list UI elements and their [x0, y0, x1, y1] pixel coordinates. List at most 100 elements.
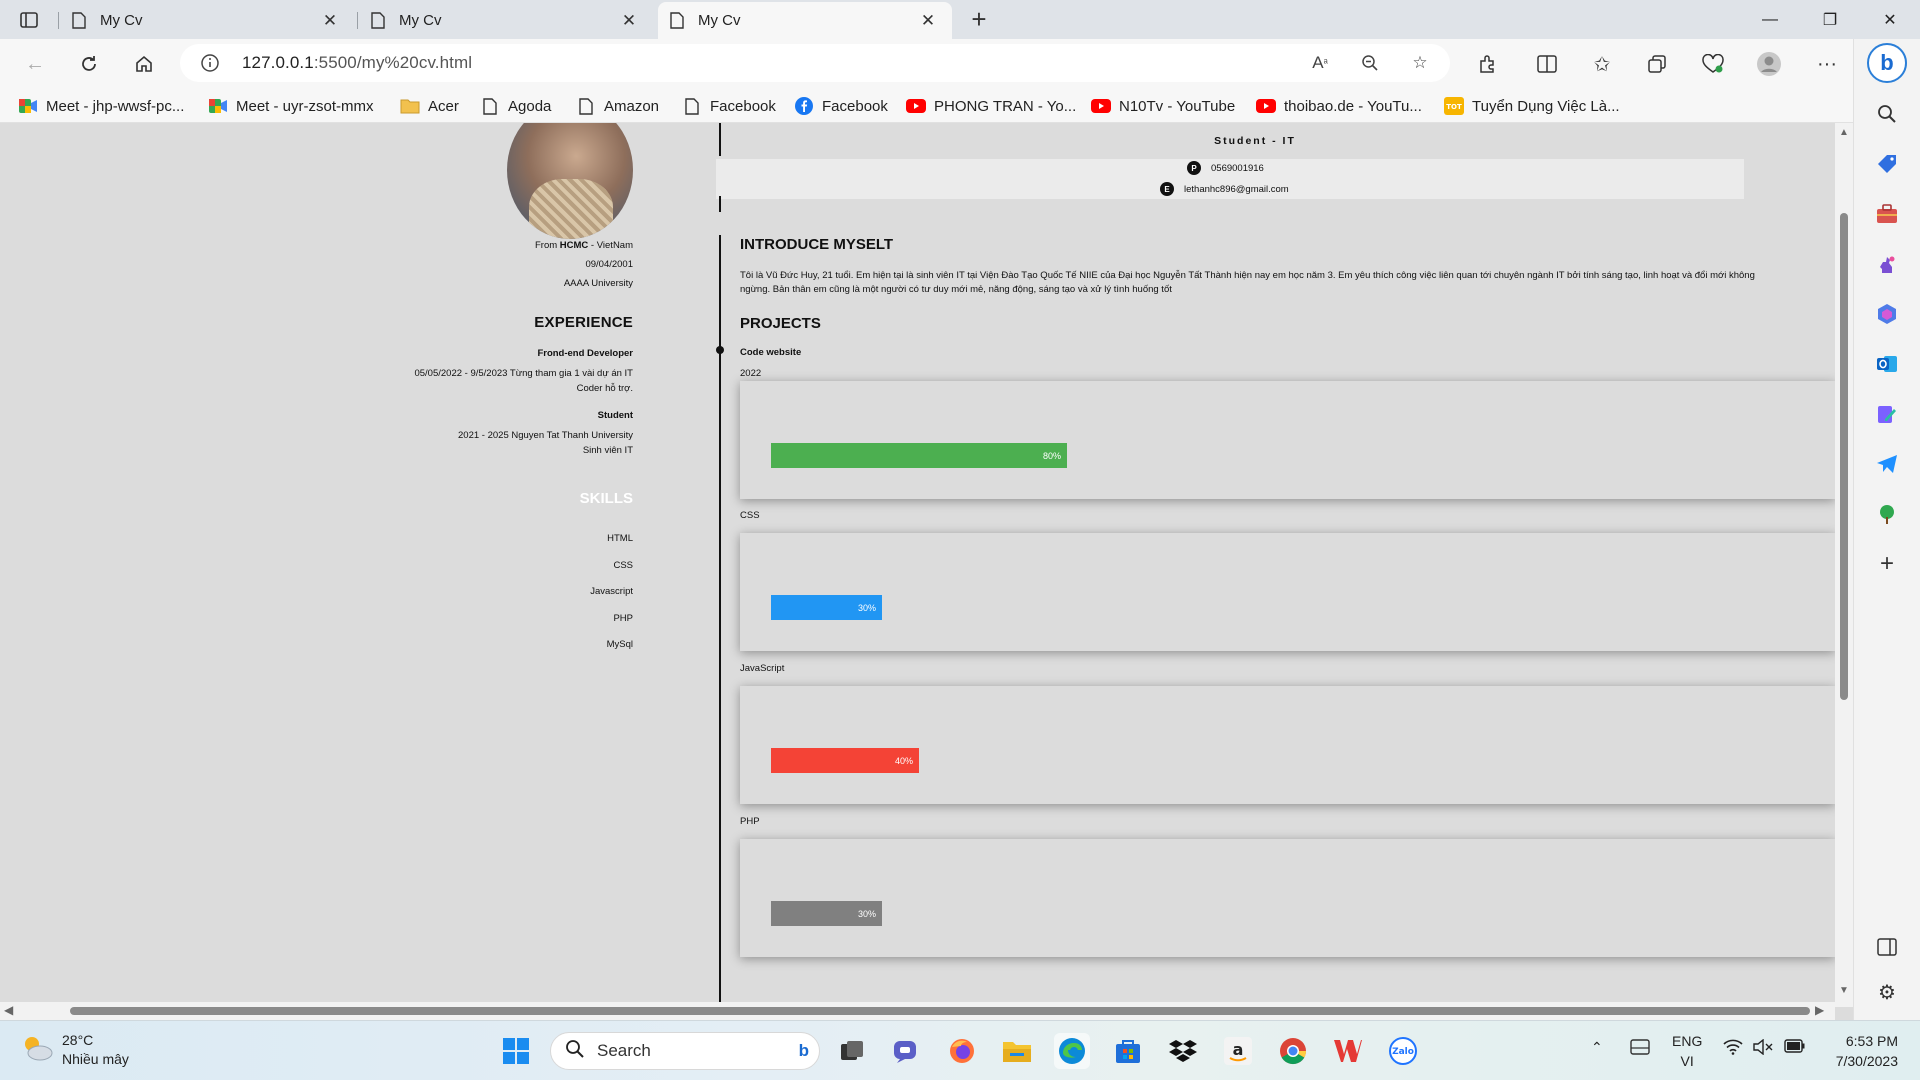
scroll-right-icon[interactable]: ▶	[1815, 1003, 1824, 1017]
experience-line: Sinh viên IT	[582, 445, 633, 456]
bookmark-label: PHONG TRAN - Yo...	[934, 97, 1077, 115]
bing-copilot-icon[interactable]: b	[1867, 43, 1907, 83]
bookmark-tuyen-dung[interactable]: TOT Tuyển Dụng Việc Là...	[1444, 95, 1620, 117]
refresh-icon[interactable]	[72, 48, 106, 80]
bookmark-facebook[interactable]: Facebook	[794, 95, 888, 117]
zoom-out-icon[interactable]	[1358, 52, 1382, 74]
progress-bar: 30%	[771, 595, 882, 620]
bookmark-label: Tuyển Dụng Việc Là...	[1472, 97, 1620, 115]
close-icon[interactable]: ✕	[617, 11, 641, 31]
bookmark-phong-tran[interactable]: PHONG TRAN - Yo...	[906, 95, 1076, 117]
drop-note-icon[interactable]	[1874, 401, 1900, 427]
youtube-icon	[1256, 97, 1276, 115]
tab-my-cv-1[interactable]: My Cv ✕	[60, 2, 354, 39]
experience-line: 2021 - 2025 Nguyen Tat Thanh University	[458, 430, 633, 441]
firefox-icon[interactable]	[944, 1033, 980, 1069]
bookmark-label: Facebook	[710, 97, 776, 115]
phone-row: P 0569001916	[1187, 161, 1264, 175]
scroll-up-icon[interactable]: ▲	[1839, 127, 1849, 138]
bookmark-acer[interactable]: Acer	[400, 95, 459, 117]
sidebar-toggle-icon[interactable]	[1874, 934, 1900, 960]
read-aloud-icon[interactable]: Aᵃ	[1308, 52, 1332, 74]
language-indicator[interactable]: ENG VI	[1672, 1031, 1702, 1071]
favorite-star-icon[interactable]: ☆	[1408, 52, 1432, 74]
url-text[interactable]: 127.0.0.1:5500/my%20cv.html	[242, 53, 472, 73]
split-screen-icon[interactable]	[1530, 48, 1564, 80]
system-clock[interactable]: 6:53 PM 7/30/2023	[1836, 1031, 1898, 1071]
microsoft-365-icon[interactable]	[1874, 301, 1900, 327]
minimize-icon[interactable]: —	[1740, 0, 1800, 39]
battery-icon[interactable]	[1784, 1039, 1806, 1056]
bookmark-facebook-page[interactable]: Facebook	[682, 95, 776, 117]
tab-actions-icon[interactable]	[14, 8, 44, 32]
extensions-icon[interactable]	[1470, 48, 1504, 80]
favorites-icon[interactable]: ✩	[1585, 48, 1619, 80]
page-icon	[480, 97, 500, 115]
new-tab-button[interactable]: +	[964, 6, 994, 33]
start-windows-icon[interactable]	[498, 1033, 534, 1069]
scroll-thumb[interactable]	[70, 1007, 1810, 1015]
edge-sidebar: b + ⚙	[1853, 39, 1920, 1020]
task-view-icon[interactable]	[834, 1033, 870, 1069]
close-icon[interactable]: ✕	[318, 11, 342, 31]
wifi-icon[interactable]	[1723, 1039, 1743, 1058]
bookmark-amazon[interactable]: Amazon	[576, 95, 659, 117]
close-window-icon[interactable]: ✕	[1860, 0, 1920, 39]
page-icon	[682, 97, 702, 115]
maximize-icon[interactable]: ❐	[1800, 0, 1860, 39]
amazon-icon[interactable]: a	[1220, 1033, 1256, 1069]
shopping-tag-icon[interactable]	[1874, 151, 1900, 177]
taskbar-search[interactable]: Search b	[550, 1032, 820, 1070]
profile-avatar-icon[interactable]	[1752, 48, 1786, 80]
tab-my-cv-active[interactable]: My Cv ✕	[658, 2, 952, 39]
bookmark-meet-2[interactable]: Meet - uyr-zsot-mmx	[208, 95, 374, 117]
tools-briefcase-icon[interactable]	[1874, 201, 1900, 227]
tab-label: My Cv	[100, 12, 143, 29]
skill-card: 80%	[740, 381, 1835, 499]
timeline-line	[719, 315, 721, 1007]
dropbox-icon[interactable]	[1165, 1033, 1201, 1069]
tree-icon[interactable]	[1874, 501, 1900, 527]
keyboard-layout-icon[interactable]	[1630, 1039, 1650, 1058]
vertical-scrollbar[interactable]: ▲ ▼	[1835, 123, 1853, 1007]
youtube-icon	[1091, 97, 1111, 115]
browser-essentials-icon[interactable]	[1696, 48, 1730, 80]
wps-office-icon[interactable]	[1330, 1033, 1366, 1069]
settings-gear-icon[interactable]: ⚙	[1874, 979, 1900, 1005]
tab-separator	[58, 12, 59, 29]
show-hidden-icons[interactable]: ⌃	[1591, 1039, 1603, 1056]
chrome-icon[interactable]	[1275, 1033, 1311, 1069]
outlook-icon[interactable]	[1874, 351, 1900, 377]
scroll-left-icon[interactable]: ◀	[4, 1003, 13, 1017]
games-icon[interactable]	[1874, 251, 1900, 277]
skill-bar-label: PHP	[740, 816, 760, 827]
back-icon[interactable]: ←	[18, 48, 52, 80]
home-icon[interactable]	[127, 48, 161, 80]
more-options-icon[interactable]: ···	[1810, 48, 1844, 80]
weather-widget[interactable]: 28°C Nhiều mây	[20, 1031, 129, 1069]
teams-chat-icon[interactable]	[888, 1033, 924, 1069]
tab-separator	[357, 12, 358, 29]
address-bar[interactable]: 127.0.0.1:5500/my%20cv.html Aᵃ ☆	[180, 44, 1450, 82]
project-name: Code website	[740, 347, 802, 358]
add-icon[interactable]: +	[1874, 550, 1900, 577]
edge-icon[interactable]	[1054, 1033, 1090, 1069]
scroll-down-icon[interactable]: ▼	[1839, 985, 1849, 996]
bookmark-meet-1[interactable]: Meet - jhp-wwsf-pc...	[18, 95, 184, 117]
tab-my-cv-2[interactable]: My Cv ✕	[359, 2, 653, 39]
zalo-icon[interactable]: Zalo	[1385, 1033, 1421, 1069]
profile-photo	[507, 123, 633, 239]
bookmark-thoibao[interactable]: thoibao.de - YouTu...	[1256, 95, 1422, 117]
scroll-thumb[interactable]	[1840, 213, 1848, 700]
site-info-icon[interactable]	[200, 53, 220, 78]
collections-icon[interactable]	[1640, 48, 1674, 80]
bookmark-n10tv[interactable]: N10Tv - YouTube	[1091, 95, 1235, 117]
file-explorer-icon[interactable]	[999, 1033, 1035, 1069]
telegram-send-icon[interactable]	[1874, 451, 1900, 477]
search-icon[interactable]	[1874, 101, 1900, 127]
horizontal-scrollbar[interactable]: ◀ ▶	[0, 1002, 1835, 1020]
volume-muted-icon[interactable]	[1753, 1038, 1773, 1058]
bookmark-agoda[interactable]: Agoda	[480, 95, 551, 117]
close-icon[interactable]: ✕	[916, 11, 940, 31]
microsoft-store-icon[interactable]	[1110, 1033, 1146, 1069]
